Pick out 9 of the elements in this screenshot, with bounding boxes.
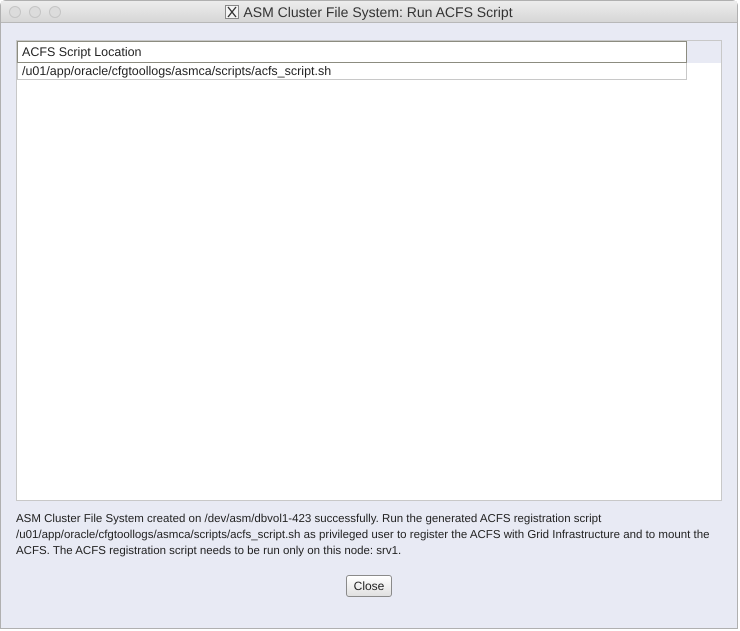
status-message: ASM Cluster File System created on /dev/asm/dbvol1-423 successfully. Run the generated ACFS registration script /u01/app/oracle/cfgtoollogs/asmca/scripts/acfs_script.sh as privileged user to register the ACFS with Grid Infrastructure and to mount the ACFS. The ACFS registration script needs to be run only on this node: srv1. xyxy=(16,512,711,559)
maximize-window-icon[interactable] xyxy=(49,6,61,18)
window-title: ASM Cluster File System: Run ACFS Script xyxy=(243,2,513,22)
close-window-icon[interactable] xyxy=(9,6,21,18)
column-header[interactable]: ACFS Script Location xyxy=(18,42,686,62)
close-button[interactable]: Close xyxy=(346,575,392,597)
x-logo-icon xyxy=(225,5,240,19)
minimize-window-icon[interactable] xyxy=(29,6,41,18)
table-cell-text: /u01/app/oracle/cfgtoollogs/asmca/scripts/acfs_script.sh xyxy=(21,63,332,79)
